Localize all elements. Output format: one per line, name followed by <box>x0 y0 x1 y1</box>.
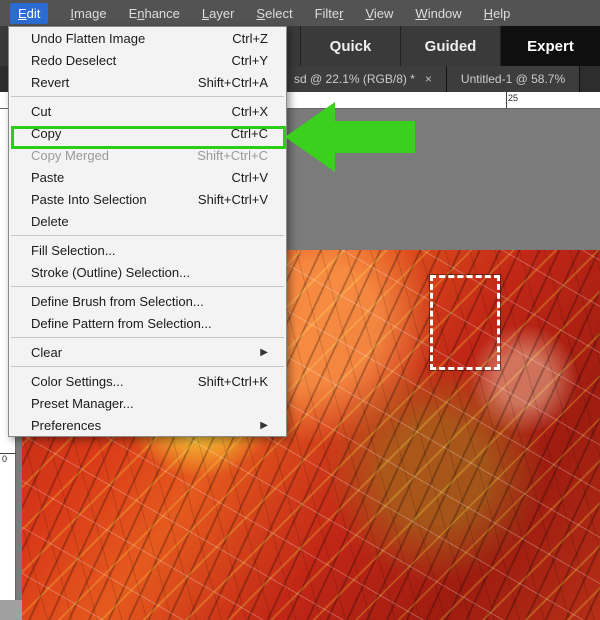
doc-tab-2-label: Untitled-1 @ 58.7% <box>461 72 565 86</box>
edit-dropdown: Undo Flatten Image Ctrl+Z Redo Deselect … <box>8 26 287 437</box>
menu-item-label: Define Pattern from Selection... <box>31 316 212 331</box>
menu-item-label: Define Brush from Selection... <box>31 294 204 309</box>
menu-item-label: Paste Into Selection <box>31 192 147 207</box>
menu-item-accel: Shift+Ctrl+V <box>198 192 268 207</box>
menu-view[interactable]: View <box>365 6 393 21</box>
menu-item-label: Preferences <box>31 418 101 433</box>
menu-item-accel: Ctrl+Y <box>232 53 268 68</box>
menu-item-label: Fill Selection... <box>31 243 116 258</box>
menu-window[interactable]: Window <box>415 6 461 21</box>
menu-item-label: Redo Deselect <box>31 53 116 68</box>
selection-marquee[interactable] <box>430 275 500 370</box>
menu-separator <box>11 366 284 367</box>
menu-item-accel: Ctrl+C <box>231 126 268 141</box>
menu-item-accel: Ctrl+Z <box>232 31 268 46</box>
menu-item-accel: Ctrl+X <box>232 104 268 119</box>
menu-item-preset-manager[interactable]: Preset Manager... <box>9 392 286 414</box>
menu-item-copy-merged: Copy Merged Shift+Ctrl+C <box>9 144 286 166</box>
menu-item-label: Cut <box>31 104 51 119</box>
menu-item-color-settings[interactable]: Color Settings... Shift+Ctrl+K <box>9 370 286 392</box>
submenu-arrow-icon: ▶ <box>260 347 268 358</box>
menu-item-accel: Shift+Ctrl+K <box>198 374 268 389</box>
menu-item-accel: Shift+Ctrl+A <box>198 75 268 90</box>
menu-item-label: Color Settings... <box>31 374 124 389</box>
doc-tab-1[interactable]: sd @ 22.1% (RGB/8) * × <box>280 66 447 92</box>
tab-quick[interactable]: Quick <box>300 26 400 66</box>
menu-item-label: Copy <box>31 126 61 141</box>
menu-item-define-brush[interactable]: Define Brush from Selection... <box>9 290 286 312</box>
tab-guided[interactable]: Guided <box>400 26 500 66</box>
menu-item-label: Paste <box>31 170 64 185</box>
menu-separator <box>11 96 284 97</box>
menu-item-label: Clear <box>31 345 62 360</box>
menu-filter[interactable]: Filter <box>315 6 344 21</box>
menu-layer[interactable]: Layer <box>202 6 235 21</box>
menu-item-label: Stroke (Outline) Selection... <box>31 265 190 280</box>
menu-edit[interactable]: Edit <box>10 3 48 24</box>
menu-item-copy[interactable]: Copy Ctrl+C <box>9 122 286 144</box>
submenu-arrow-icon: ▶ <box>260 420 268 431</box>
menubar: Edit Image Enhance Layer Select Filter V… <box>0 0 600 26</box>
tab-expert[interactable]: Expert <box>500 26 600 66</box>
close-icon[interactable]: × <box>425 72 432 86</box>
menu-enhance[interactable]: Enhance <box>129 6 180 21</box>
menu-item-label: Copy Merged <box>31 148 109 163</box>
ruler-tick-label: 25 <box>508 93 518 103</box>
menu-item-accel: Shift+Ctrl+C <box>197 148 268 163</box>
menu-item-label: Revert <box>31 75 69 90</box>
menu-item-fill[interactable]: Fill Selection... <box>9 239 286 261</box>
menu-item-redo[interactable]: Redo Deselect Ctrl+Y <box>9 49 286 71</box>
menu-item-cut[interactable]: Cut Ctrl+X <box>9 100 286 122</box>
menu-item-label: Delete <box>31 214 69 229</box>
menu-item-stroke[interactable]: Stroke (Outline) Selection... <box>9 261 286 283</box>
menu-item-preferences[interactable]: Preferences ▶ <box>9 414 286 436</box>
ruler-tick-label: 0 <box>2 454 7 464</box>
menu-item-accel: Ctrl+V <box>232 170 268 185</box>
menu-item-clear[interactable]: Clear ▶ <box>9 341 286 363</box>
menu-item-paste-into[interactable]: Paste Into Selection Shift+Ctrl+V <box>9 188 286 210</box>
menu-item-undo[interactable]: Undo Flatten Image Ctrl+Z <box>9 27 286 49</box>
doc-tab-2[interactable]: Untitled-1 @ 58.7% <box>447 66 580 92</box>
menu-image[interactable]: Image <box>70 6 106 21</box>
doc-tab-1-label: sd @ 22.1% (RGB/8) * <box>294 72 415 86</box>
menu-item-delete[interactable]: Delete <box>9 210 286 232</box>
menu-help[interactable]: Help <box>484 6 511 21</box>
menu-item-paste[interactable]: Paste Ctrl+V <box>9 166 286 188</box>
menu-item-define-pattern[interactable]: Define Pattern from Selection... <box>9 312 286 334</box>
menu-item-label: Undo Flatten Image <box>31 31 145 46</box>
menu-item-label: Preset Manager... <box>31 396 134 411</box>
menu-separator <box>11 337 284 338</box>
annotation-arrow-icon <box>285 102 415 172</box>
menu-item-revert[interactable]: Revert Shift+Ctrl+A <box>9 71 286 93</box>
menu-select[interactable]: Select <box>256 6 292 21</box>
menu-separator <box>11 235 284 236</box>
menu-separator <box>11 286 284 287</box>
